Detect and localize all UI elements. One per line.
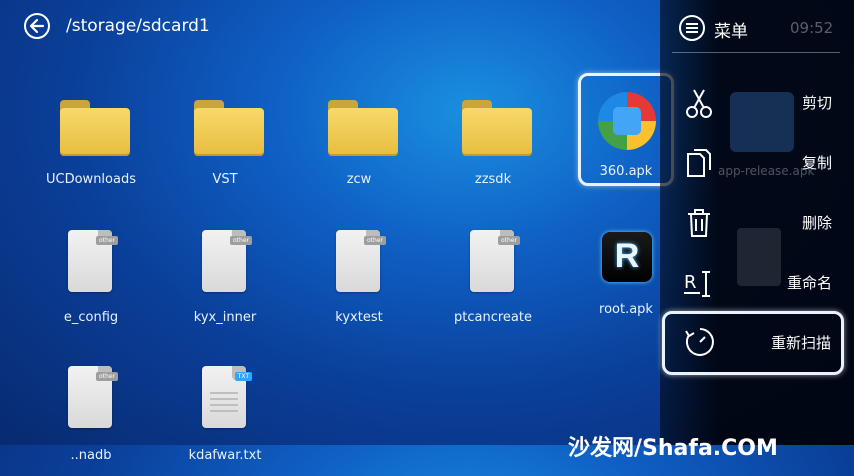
scissors-icon — [686, 89, 712, 118]
folder-item[interactable]: UCDownloads — [31, 80, 151, 200]
item-label: e_config — [63, 310, 119, 325]
menu-item-cut[interactable]: 剪切 — [660, 72, 854, 132]
menu-item-rescan[interactable]: 重新扫描 — [662, 311, 844, 375]
item-label: UCDownloads — [46, 172, 136, 187]
menu-item-delete[interactable]: 删除 — [660, 192, 854, 252]
item-label: ptcancreate — [454, 310, 532, 325]
copy-icon — [687, 149, 711, 177]
menu-item-label: 剪切 — [801, 94, 832, 112]
menu-item-label: 重命名 — [786, 274, 832, 292]
rescan-icon — [685, 328, 714, 356]
file-item[interactable]: other kyxtest — [299, 218, 419, 338]
watermark-text: 沙发网/Shafa.COM — [568, 436, 778, 461]
menu-item-rename[interactable]: R 重命名 — [660, 252, 854, 312]
rename-icon: R — [684, 271, 710, 297]
file-icon: other — [68, 230, 118, 292]
menu-divider — [672, 52, 840, 53]
trash-icon — [688, 209, 710, 237]
top-bar: /storage/sdcard1 — [0, 0, 660, 54]
item-label: ..nadb — [70, 448, 112, 463]
item-label: kyxtest — [335, 310, 383, 325]
folder-item[interactable]: zzsdk — [433, 80, 553, 200]
menu-item-label: 重新扫描 — [770, 334, 831, 352]
file-item[interactable]: other ptcancreate — [433, 218, 553, 338]
file-icon: other — [68, 366, 118, 428]
menu-item-label: 删除 — [801, 214, 832, 232]
back-arrow-icon — [29, 18, 45, 34]
folder-icon — [462, 100, 532, 156]
file-item[interactable]: other e_config — [31, 218, 151, 338]
menu-item-copy[interactable]: 复制 — [660, 132, 854, 192]
app-360-icon — [598, 92, 656, 150]
folder-icon — [60, 100, 130, 156]
menu-item-label: 复制 — [801, 154, 832, 172]
item-label: kdafwar.txt — [188, 448, 262, 463]
menu-icon — [679, 15, 705, 41]
text-file-icon: TXT — [202, 366, 252, 428]
clock-text: 09:52 — [790, 19, 834, 37]
file-icon: other — [470, 230, 520, 292]
item-label: kyx_inner — [193, 310, 257, 325]
back-button[interactable] — [24, 13, 50, 39]
file-item[interactable]: other kyx_inner — [165, 218, 285, 338]
menu-title: 菜单 — [714, 22, 748, 42]
file-icon: other — [202, 230, 252, 292]
folder-icon — [328, 100, 398, 156]
svg-text:R: R — [684, 272, 697, 293]
item-label: zzsdk — [474, 172, 512, 187]
root-app-icon[interactable]: R — [602, 232, 652, 282]
folder-item[interactable]: VST — [165, 80, 285, 200]
current-path: /storage/sdcard1 — [66, 16, 210, 36]
file-item[interactable]: TXT kdafwar.txt — [165, 356, 285, 476]
file-icon: other — [336, 230, 386, 292]
item-label: VST — [212, 172, 238, 187]
item-label: zcw — [346, 172, 372, 187]
folder-item[interactable]: zcw — [299, 80, 419, 200]
folder-icon — [194, 100, 264, 156]
file-item[interactable]: other ..nadb — [31, 356, 151, 476]
